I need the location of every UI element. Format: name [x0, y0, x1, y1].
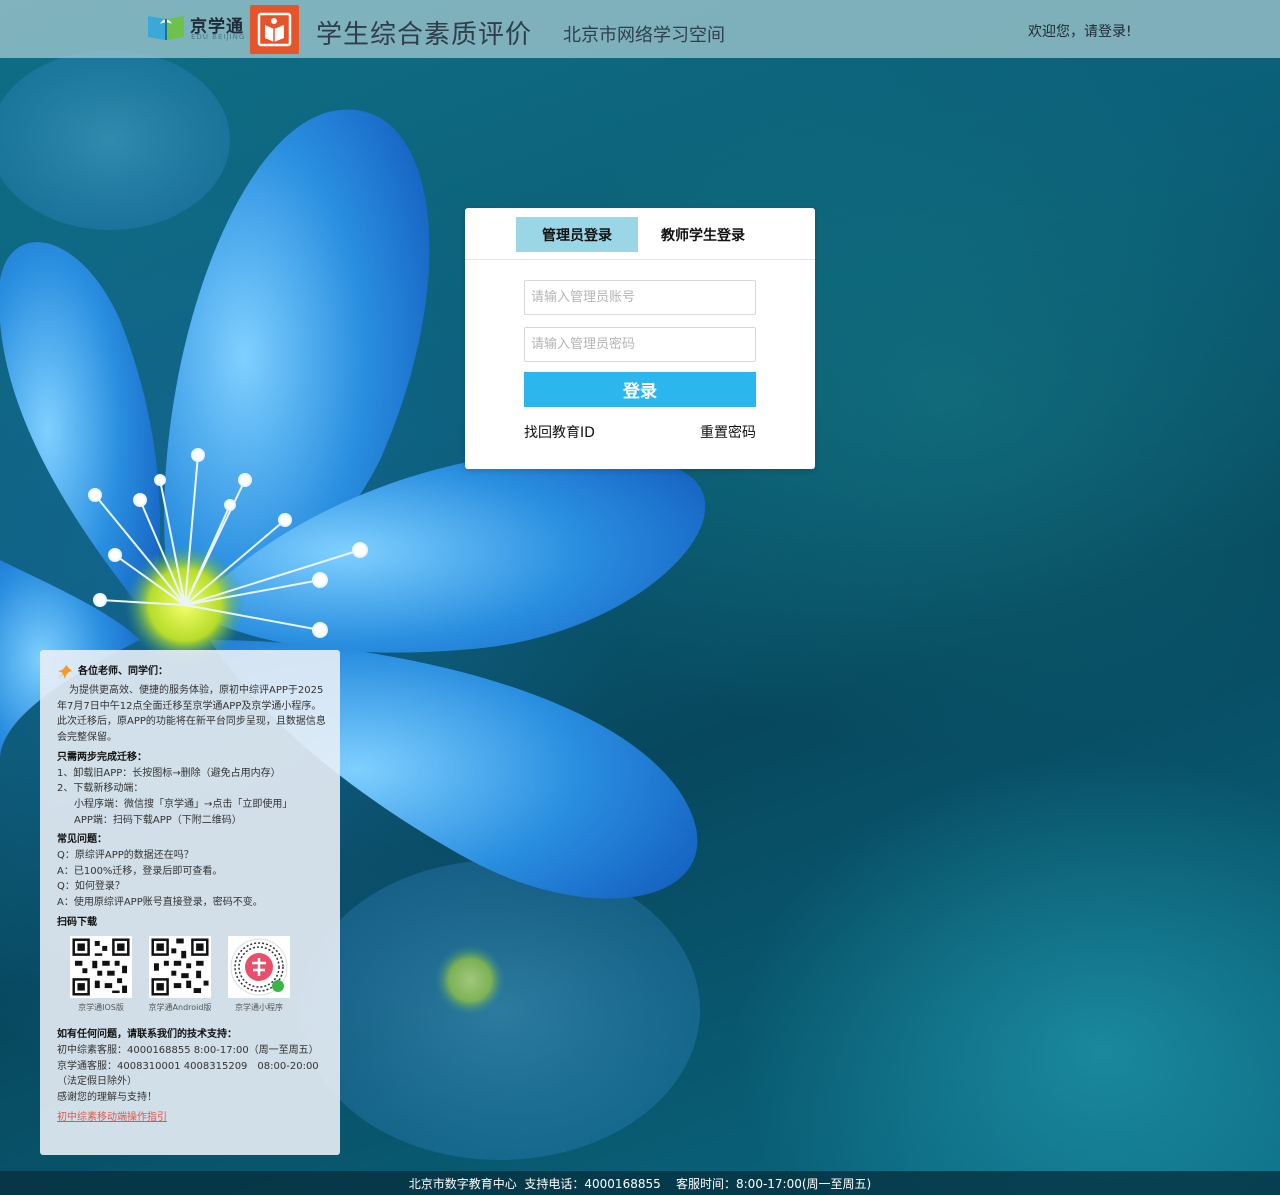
admin-account-input[interactable] — [524, 280, 756, 315]
admin-password-input[interactable] — [524, 327, 756, 362]
faq-item: A：已100%迁移，登录后即可查看。 — [57, 865, 223, 877]
faq-item: Q：如何登录？ — [57, 881, 125, 893]
welcome-login-link[interactable]: 欢迎您，请登录! — [1028, 21, 1132, 41]
qr-caption: 京学通Android版 — [148, 1002, 212, 1012]
support-title: 如有任何问题，请联系我们的技术支持： — [57, 1029, 237, 1041]
qr-ios: 京学通IOS版 — [70, 935, 132, 1016]
app-subtitle: 北京市网络学习空间 — [563, 25, 725, 46]
app-title: 学生综合素质评价 — [316, 20, 533, 50]
faq-item: Q：原综评APP的数据还在吗？ — [57, 850, 194, 862]
logo-subtext: EDU BEIJING — [191, 33, 246, 41]
support-line: 感谢您的理解与支持！ — [57, 1092, 157, 1104]
find-education-id-link[interactable]: 找回教育ID — [524, 422, 595, 442]
sub-step-item: APP端：扫码下载APP（下附二维码） — [74, 814, 242, 826]
qr-mini-program: 京学通小程序 — [228, 935, 290, 1016]
download-title: 扫码下载 — [57, 916, 97, 928]
reset-password-link[interactable]: 重置密码 — [700, 422, 756, 442]
notice-greeting: 各位老师、同学们： — [57, 664, 326, 680]
qr-code-android-icon — [149, 935, 211, 998]
app-badge-logo — [250, 5, 299, 54]
tab-teacher-student-login[interactable]: 教师学生登录 — [642, 217, 764, 252]
book-badge-icon — [257, 12, 292, 47]
login-button[interactable]: 登录 — [524, 372, 756, 407]
pushpin-icon — [58, 665, 72, 679]
sub-step-item: 小程序端：微信搜「京学通」→点击「立即使用」 — [74, 798, 293, 810]
faq-item: A：使用原综评APP账号直接登录，密码不变。 — [57, 897, 263, 909]
step-item: 2、下载新移动端： — [57, 783, 144, 795]
tab-admin-login[interactable]: 管理员登录 — [516, 217, 638, 252]
page-footer: 北京市数字教育中心 支持电话：4000168855 客服时间：8:00-17:0… — [0, 1171, 1280, 1195]
qr-caption: 京学通IOS版 — [78, 1002, 124, 1012]
footer-text: 北京市数字教育中心 支持电话：4000168855 客服时间：8:00-17:0… — [408, 1176, 872, 1191]
step-item: 1、卸载旧APP：长按图标→删除（避免占用内存） — [57, 767, 281, 779]
faq-title: 常见问题： — [57, 834, 107, 846]
tab-divider — [465, 259, 815, 260]
open-book-logo-icon — [148, 16, 184, 40]
qr-caption: 京学通小程序 — [235, 1002, 283, 1012]
support-line: 初中综素客服：4000168855 8:00-17:00（周一至周五） — [57, 1044, 319, 1056]
mini-program-code-icon — [228, 935, 290, 998]
support-line: 京学通客服：4008310001 4008315209 08:00-20:00（… — [57, 1060, 319, 1088]
top-header: 京学通 EDU BEIJING 学生综合素质评价 北京市网络学习空间 欢迎您，请… — [0, 0, 1280, 58]
login-card: 管理员登录 教师学生登录 登录 找回教育ID 重置密码 — [465, 208, 815, 469]
qr-android: 京学通Android版 — [149, 935, 211, 1016]
notice-greeting-text: 各位老师、同学们： — [78, 666, 168, 678]
qr-code-ios-icon — [70, 935, 132, 998]
steps-title: 只需两步完成迁移： — [57, 751, 147, 763]
mobile-guide-link[interactable]: 初中综素移动端操作指引 — [57, 1110, 167, 1126]
notice-intro: 为提供更高效、便捷的服务体验，原初中综评APP于2025年7月7日中午12点全面… — [57, 685, 326, 744]
migration-notice-panel: 各位老师、同学们： 为提供更高效、便捷的服务体验，原初中综评APP于2025年7… — [40, 650, 340, 1155]
qr-code-row: 京学通IOS版 京学通Android版 京学通小程序 — [70, 935, 326, 1016]
